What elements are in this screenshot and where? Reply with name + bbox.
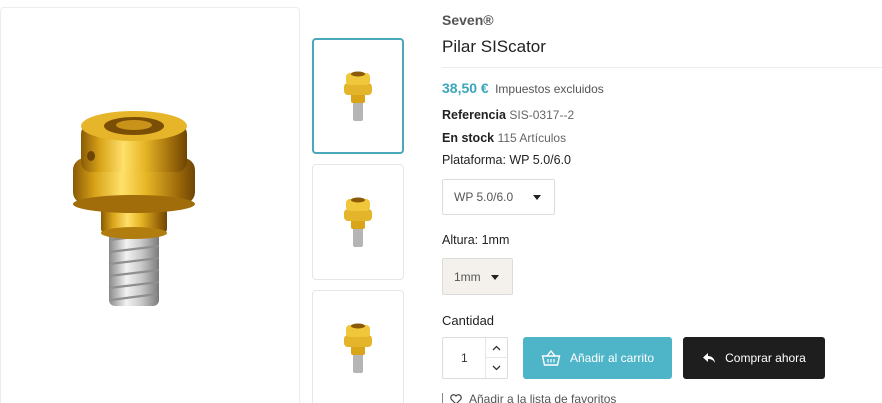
chevron-down-icon	[492, 365, 501, 371]
buy-now-label: Comprar ahora	[725, 351, 806, 365]
reference-row: Referencia SIS-0317--2	[442, 108, 574, 122]
abutment-image	[73, 111, 195, 306]
title-divider	[442, 67, 882, 68]
quantity-stepper[interactable]: 1	[442, 337, 508, 379]
thumbnail-2[interactable]	[312, 164, 404, 280]
abutment-thumbnail-icon	[344, 71, 372, 121]
product-brand[interactable]: Seven®	[442, 12, 494, 28]
thumbnail-3[interactable]	[312, 290, 404, 403]
tax-note: Impuestos excluidos	[495, 82, 604, 96]
abutment-thumbnail-icon	[344, 197, 372, 247]
heart-icon	[450, 393, 462, 403]
chevron-up-icon	[492, 345, 501, 350]
platform-selected-value: WP 5.0/6.0	[454, 190, 514, 204]
chevron-down-icon	[491, 274, 499, 280]
stock-value: 115 Artículos	[497, 131, 567, 145]
product-price: 38,50 €	[442, 80, 489, 96]
quantity-input[interactable]: 1	[461, 351, 468, 365]
stock-row: En stock 115 Artículos	[442, 131, 566, 145]
main-product-image[interactable]	[0, 7, 300, 403]
height-select[interactable]: 1mm	[442, 258, 513, 295]
height-selected-value: 1mm	[454, 269, 481, 284]
price-row: 38,50 € Impuestos excluidos	[442, 80, 604, 96]
reply-arrow-icon	[703, 353, 716, 363]
stock-label: En stock	[442, 131, 495, 145]
wishlist-link[interactable]: Añadir a la lista de favoritos	[442, 392, 616, 403]
quantity-increase-button[interactable]	[486, 338, 507, 358]
platform-select[interactable]: WP 5.0/6.0	[442, 179, 555, 215]
product-title: Pilar SIScator	[442, 37, 546, 56]
chevron-down-icon	[533, 195, 541, 200]
wishlist-label: Añadir a la lista de favoritos	[469, 392, 617, 403]
buy-now-button[interactable]: Comprar ahora	[683, 337, 825, 379]
add-to-cart-button[interactable]: Añadir al carrito	[523, 337, 672, 379]
quantity-arrows	[485, 338, 507, 378]
basket-icon	[541, 349, 561, 366]
reference-label: Referencia	[442, 108, 506, 122]
add-to-cart-label: Añadir al carrito	[569, 351, 655, 365]
quantity-label: Cantidad	[442, 313, 495, 328]
height-label: Altura: 1mm	[442, 233, 510, 247]
thumbnail-1[interactable]	[312, 38, 404, 154]
abutment-thumbnail-icon	[344, 323, 372, 373]
platform-label: Plataforma: WP 5.0/6.0	[442, 153, 571, 167]
reference-value: SIS-0317--2	[509, 108, 575, 122]
quantity-decrease-button[interactable]	[486, 358, 507, 378]
wishlist-divider	[442, 393, 443, 403]
